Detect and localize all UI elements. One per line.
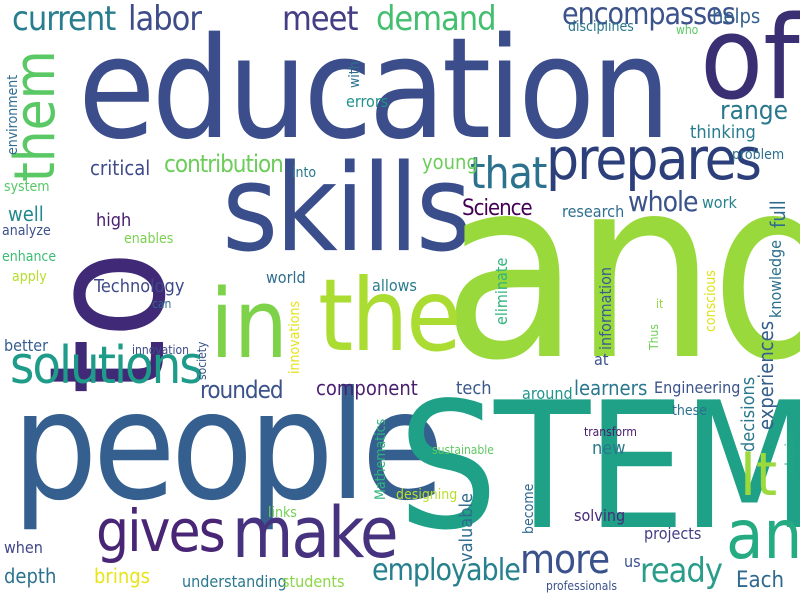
word-analyze: analyze bbox=[2, 223, 51, 239]
word-helps: helps bbox=[712, 4, 761, 28]
word-it: it bbox=[656, 297, 664, 311]
word-research: research bbox=[562, 202, 625, 221]
word-engineering: Engineering bbox=[654, 378, 741, 397]
word-employable: employable bbox=[372, 553, 521, 588]
word-mathematics: Mathematics bbox=[373, 418, 389, 500]
word-become: become bbox=[521, 483, 537, 534]
word-brings: brings bbox=[94, 564, 151, 588]
word-can: can bbox=[152, 297, 172, 311]
word-understanding: understanding bbox=[182, 572, 287, 591]
word-disciplines: disciplines bbox=[568, 19, 634, 35]
word-around: around bbox=[522, 384, 573, 403]
word-with: with bbox=[347, 61, 363, 88]
word-learners: learners bbox=[574, 376, 648, 400]
word-tech: tech bbox=[456, 378, 492, 399]
word-society: society bbox=[195, 341, 209, 380]
word-better: better bbox=[4, 336, 49, 355]
word-system: system bbox=[4, 179, 50, 195]
word-projects: projects bbox=[644, 524, 702, 543]
word-at: at bbox=[594, 350, 609, 369]
word-that: that bbox=[470, 148, 547, 199]
word-technology: Technology bbox=[94, 276, 185, 297]
word-meet: meet bbox=[282, 0, 358, 39]
word-an: an bbox=[726, 496, 800, 575]
word-more: more bbox=[520, 537, 610, 583]
word-conscious: conscious bbox=[703, 270, 719, 332]
word-innovations: innovations bbox=[287, 300, 303, 374]
word-transform: transform bbox=[584, 425, 637, 439]
word-knowledge: knowledge bbox=[766, 239, 785, 318]
word-designing: designing bbox=[396, 487, 458, 503]
word-ready: ready bbox=[640, 551, 723, 591]
word-whole: whole bbox=[628, 185, 698, 218]
word-component: component bbox=[316, 376, 418, 400]
word-errors: errors bbox=[346, 92, 389, 111]
word-world: world bbox=[266, 268, 306, 287]
word-professionals: professionals bbox=[546, 579, 618, 593]
word-valuable: valuable bbox=[456, 493, 477, 562]
word-eliminate: eliminate bbox=[492, 257, 511, 325]
word-science: Science bbox=[462, 196, 533, 221]
word-sustainable: sustainable bbox=[432, 443, 494, 457]
word-well: well bbox=[8, 202, 44, 226]
word-problem: problem bbox=[732, 147, 785, 163]
word-solving: solving bbox=[574, 506, 626, 525]
word-contribution: contribution bbox=[164, 150, 284, 178]
word-enhance: enhance bbox=[2, 249, 57, 265]
word-thus: Thus bbox=[647, 324, 661, 350]
word-labor: labor bbox=[128, 0, 202, 39]
word-links: links bbox=[268, 505, 297, 521]
word-information: information bbox=[596, 266, 615, 350]
word-each: Each bbox=[736, 568, 785, 593]
word-rounded: rounded bbox=[200, 376, 284, 404]
word-critical: critical bbox=[90, 156, 151, 180]
word-innovation: innovation bbox=[132, 343, 189, 357]
word-new: new bbox=[592, 438, 626, 459]
word-experiences: experiences bbox=[754, 320, 778, 430]
word-demand: demand bbox=[376, 0, 497, 39]
word-cohesive: cohesive bbox=[783, 430, 797, 478]
word-cloud: education of to skills and people STEM i… bbox=[0, 0, 800, 600]
word-current: current bbox=[12, 0, 116, 39]
word-range: range bbox=[720, 96, 789, 126]
word-into: into bbox=[292, 165, 317, 181]
word-enables: enables bbox=[124, 231, 174, 247]
word-high: high bbox=[96, 210, 132, 231]
word-these: these bbox=[672, 403, 707, 419]
word-environment: environment bbox=[5, 74, 21, 155]
word-gives: gives bbox=[96, 497, 226, 565]
word-allows: allows bbox=[372, 276, 417, 295]
word-young: young bbox=[422, 150, 478, 174]
word-thinking: thinking bbox=[690, 122, 756, 143]
word-when: when bbox=[4, 538, 43, 557]
word-us: us bbox=[624, 552, 641, 571]
word-depth: depth bbox=[4, 564, 57, 588]
word-work: work bbox=[702, 193, 737, 212]
word-in: in bbox=[210, 270, 288, 380]
word-apply: apply bbox=[12, 269, 47, 285]
word-who: who bbox=[676, 23, 699, 37]
word-students: students bbox=[282, 572, 345, 591]
word-full: full bbox=[766, 200, 790, 228]
